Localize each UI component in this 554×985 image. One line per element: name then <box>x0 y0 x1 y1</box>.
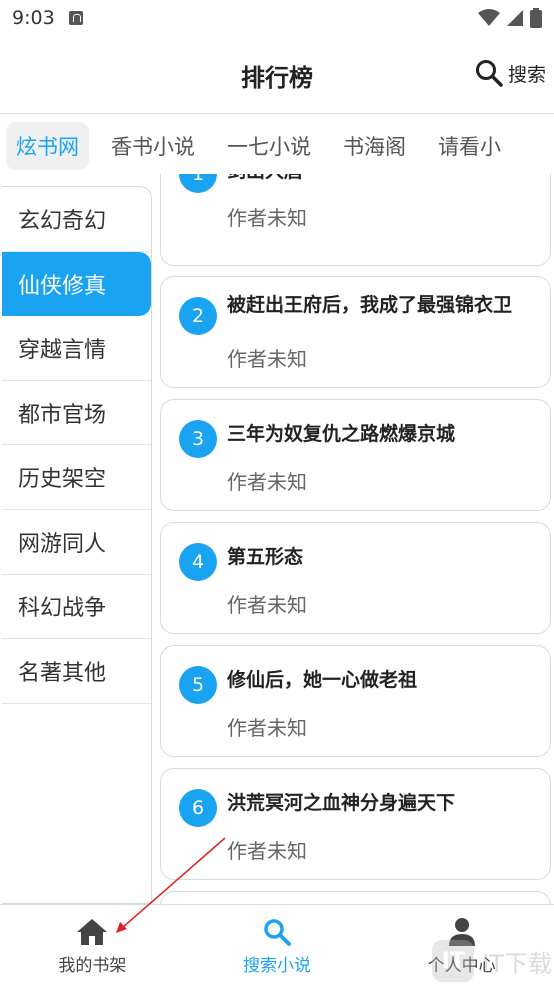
book-card[interactable]: 5 修仙后，她一心做老祖 作者未知 <box>160 645 551 757</box>
home-icon <box>77 919 108 945</box>
search-icon <box>264 919 291 946</box>
book-author: 作者未知 <box>227 716 307 740</box>
book-title: 洪荒冥河之血神分身遍天下 <box>227 792 456 814</box>
tab-shuhaige[interactable]: 书海阁 <box>333 122 416 170</box>
book-card[interactable]: 2 被赶出王府后，我成了最强锦衣卫 作者未知 <box>160 276 551 388</box>
tab-yiqi[interactable]: 一七小说 <box>217 122 321 170</box>
book-list: 1 剑出大唐 作者未知 2 被赶出王府后，我成了最强锦衣卫 作者未知 3 三年为… <box>160 174 554 904</box>
status-icons <box>478 8 542 28</box>
signal-icon <box>507 10 523 26</box>
book-author: 作者未知 <box>227 593 307 617</box>
category-item[interactable]: 科幻战争 <box>2 575 151 640</box>
rank-badge: 4 <box>179 543 217 581</box>
wifi-icon <box>478 9 500 26</box>
book-card-partial[interactable] <box>160 891 551 904</box>
rank-badge: 5 <box>179 666 217 704</box>
nav-search[interactable]: 搜索小说 <box>185 905 370 985</box>
category-item[interactable]: 穿越言情 <box>2 316 151 381</box>
app-header: 排行榜 搜索 <box>0 36 554 114</box>
category-item[interactable]: 名著其他 <box>2 639 151 704</box>
category-item-active[interactable]: 仙侠修真 <box>2 251 151 317</box>
search-button-label: 搜索 <box>507 63 546 86</box>
rank-badge: 2 <box>179 297 217 335</box>
book-card[interactable]: 3 三年为奴复仇之路燃爆京城 作者未知 <box>160 399 551 511</box>
status-bar: 9:03 <box>0 0 554 36</box>
search-button[interactable]: 搜索 <box>474 58 546 88</box>
watermark-logo: IT <box>432 940 475 982</box>
notification-icon <box>68 11 83 25</box>
rank-badge: 1 <box>179 174 217 193</box>
battery-icon <box>530 8 542 28</box>
category-item[interactable]: 都市官场 <box>2 381 151 446</box>
category-sidebar: 玄幻奇幻 仙侠修真 穿越言情 都市官场 历史架空 网游同人 科幻战争 名著其他 <box>2 186 152 904</box>
watermark-text: IT下载 <box>482 949 552 978</box>
book-title: 三年为奴复仇之路燃爆京城 <box>227 423 456 445</box>
nav-bookshelf-label: 我的书架 <box>58 956 127 976</box>
rank-badge: 3 <box>179 420 217 458</box>
category-item[interactable]: 网游同人 <box>2 510 151 575</box>
book-title: 第五形态 <box>227 546 304 568</box>
category-item[interactable]: 玄幻奇幻 <box>2 187 151 252</box>
nav-search-label: 搜索小说 <box>243 956 311 976</box>
search-icon <box>475 60 503 87</box>
book-card[interactable]: 6 洪荒冥河之血神分身遍天下 作者未知 <box>160 768 551 880</box>
book-author: 作者未知 <box>227 206 307 230</box>
book-title: 修仙后，她一心做老祖 <box>227 669 418 691</box>
tab-qingkan[interactable]: 请看小 <box>428 122 511 170</box>
status-time: 9:03 <box>12 7 55 29</box>
tab-xuanshuwang[interactable]: 炫书网 <box>6 122 89 170</box>
book-author: 作者未知 <box>227 839 307 863</box>
rank-badge: 6 <box>179 789 217 827</box>
book-author: 作者未知 <box>227 470 307 494</box>
book-title: 剑出大唐 <box>227 174 534 191</box>
tab-xiangshu[interactable]: 香书小说 <box>101 122 205 170</box>
watermark: IT IT下载 <box>432 940 552 982</box>
book-title: 被赶出王府后，我成了最强锦衣卫 <box>227 294 513 316</box>
source-tabs: 炫书网 香书小说 一七小说 书海阁 请看小 <box>0 118 554 174</box>
nav-bookshelf[interactable]: 我的书架 <box>0 905 185 985</box>
book-card[interactable]: 1 剑出大唐 作者未知 <box>160 174 551 266</box>
book-author: 作者未知 <box>227 347 307 371</box>
book-card[interactable]: 4 第五形态 作者未知 <box>160 522 551 634</box>
category-item[interactable]: 历史架空 <box>2 445 151 510</box>
page-title: 排行榜 <box>241 64 313 92</box>
